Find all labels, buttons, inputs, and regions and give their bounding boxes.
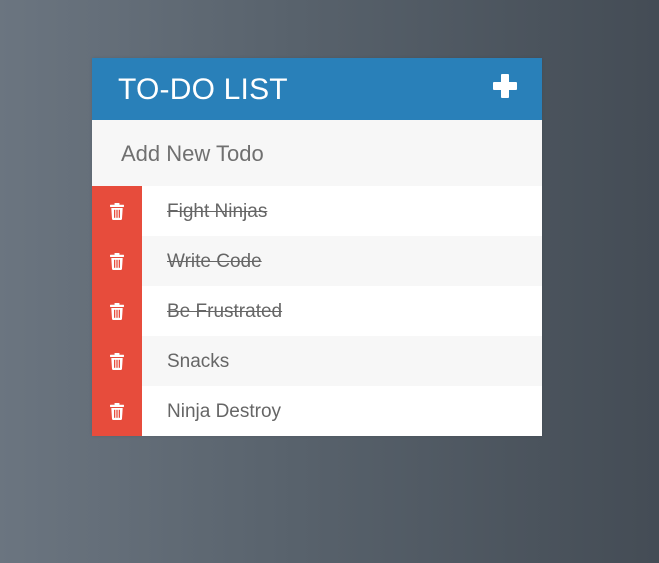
plus-icon[interactable] (493, 74, 517, 98)
todo-text: Snacks (167, 350, 230, 372)
list-item[interactable]: Fight Ninjas (92, 186, 542, 236)
delete-button[interactable] (92, 336, 142, 386)
page-title: TO-DO LIST (118, 73, 288, 106)
trash-icon (110, 302, 124, 320)
list-item[interactable]: Write Code (92, 236, 542, 286)
list-item[interactable]: Snacks (92, 336, 542, 386)
todo-app: TO-DO LIST Fight Ninjas (92, 58, 542, 436)
todo-header: TO-DO LIST (92, 58, 542, 120)
todo-list: Fight Ninjas Write Code Be Frustrated Sn… (92, 186, 542, 436)
new-todo-input[interactable] (92, 120, 542, 186)
list-item[interactable]: Ninja Destroy (92, 386, 542, 436)
delete-button[interactable] (92, 186, 142, 236)
todo-text: Write Code (167, 250, 262, 272)
trash-icon (110, 202, 124, 220)
trash-icon (110, 352, 124, 370)
todo-text: Be Frustrated (167, 300, 283, 322)
trash-icon (110, 252, 124, 270)
delete-button[interactable] (92, 386, 142, 436)
trash-icon (110, 402, 124, 420)
todo-text: Fight Ninjas (167, 200, 268, 222)
list-item[interactable]: Be Frustrated (92, 286, 542, 336)
todo-text: Ninja Destroy (167, 400, 282, 422)
delete-button[interactable] (92, 236, 142, 286)
delete-button[interactable] (92, 286, 142, 336)
